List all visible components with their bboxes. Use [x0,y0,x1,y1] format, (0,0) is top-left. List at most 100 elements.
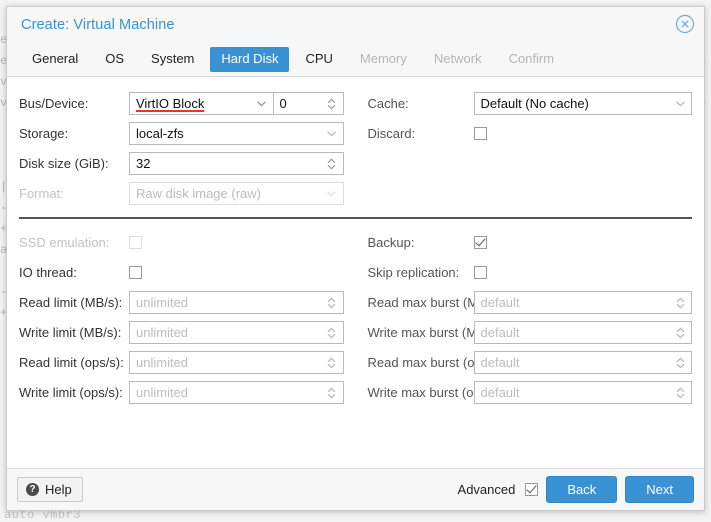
write-max-burst-ops-placeholder: default [480,385,520,400]
spinner-arrows-icon[interactable] [325,93,339,114]
tab-confirm: Confirm [508,50,555,66]
tab-network: Network [433,50,482,66]
read-limit-ops-stepper[interactable]: unlimited [129,351,344,374]
format-value: Raw disk image (raw) [136,186,261,201]
row-spacer-1 [368,149,693,178]
spinner-arrows-icon[interactable] [325,292,339,313]
spinner-arrows-icon[interactable] [325,322,339,343]
next-button[interactable]: Next [625,476,694,503]
discard-label: Discard: [367,126,416,141]
row-cache: Cache: Default (No cache) [367,89,692,118]
cache-value: Default (No cache) [480,96,589,111]
help-button[interactable]: ? Help [17,477,83,502]
ssd-emulation-label: SSD emulation: [19,235,110,250]
write-max-burst-mb-placeholder: default [480,325,520,340]
spinner-arrows-icon[interactable] [673,322,687,343]
tab-os[interactable]: OS [94,47,135,72]
dialog-header: Create: Virtual Machine [7,7,704,42]
write-limit-ops-placeholder: unlimited [136,385,189,400]
spinner-arrows-icon[interactable] [673,352,687,373]
row-read-limit-mb: Read limit (MB/s): unlimited [19,288,344,317]
write-max-burst-ops-stepper[interactable]: default [473,381,692,404]
read-max-burst-mb-placeholder: default [480,295,520,310]
footer-actions: Advanced Back Next [458,476,694,503]
write-limit-mb-stepper[interactable]: unlimited [129,321,344,344]
chevron-down-icon[interactable] [325,123,339,144]
basic-settings-section: Bus/Device: VirtIO Block 0 Storage: loca… [19,89,692,209]
format-label: Format: [19,186,64,201]
write-max-burst-mb-stepper[interactable]: default [473,321,692,344]
back-button[interactable]: Back [546,476,618,503]
chevron-down-icon[interactable] [673,93,687,114]
row-storage: Storage: local-zfs [19,119,344,148]
spinner-arrows-icon[interactable] [325,352,339,373]
disk-size-label: Disk size (GiB): [19,156,109,171]
wizard-tabbar: General OS System Hard Disk CPU Memory N… [7,42,704,77]
bus-device-select[interactable]: VirtIO Block [129,92,273,115]
row-disk-size: Disk size (GiB): 32 [19,149,344,178]
advanced-right-column: Backup: Skip replication: Read max burst… [356,228,693,408]
skip-replication-label: Skip replication: [367,265,460,280]
spinner-arrows-icon[interactable] [673,292,687,313]
backup-checkbox[interactable] [473,236,487,249]
tab-general[interactable]: General [21,47,89,72]
spinner-arrows-icon[interactable] [673,382,687,403]
row-bus-device: Bus/Device: VirtIO Block 0 [19,89,344,118]
read-max-burst-ops-placeholder: default [480,355,520,370]
write-limit-ops-label: Write limit (ops/s): [19,385,123,400]
ssd-emulation-checkbox [129,236,142,249]
row-backup: Backup: [368,228,693,257]
advanced-checkbox[interactable] [525,483,539,496]
read-limit-mb-stepper[interactable]: unlimited [129,291,344,314]
spinner-arrows-icon[interactable] [325,382,339,403]
write-limit-mb-placeholder: unlimited [136,325,189,340]
row-read-max-burst-ops: Read max burst (ops): default [368,348,692,377]
skip-replication-checkbox[interactable] [473,266,487,279]
format-select: Raw disk image (raw) [129,182,344,205]
advanced-settings-section: SSD emulation: IO thread: Read limit (MB… [19,228,692,408]
io-thread-checkbox[interactable] [129,266,142,279]
row-spacer-2 [368,179,693,208]
discard-checkbox[interactable] [473,127,487,140]
io-thread-label: IO thread: [19,265,77,280]
read-max-burst-ops-stepper[interactable]: default [473,351,692,374]
row-write-max-burst-mb: Write max burst (MB): default [368,318,692,347]
help-button-label: Help [45,482,72,497]
row-skip-replication: Skip replication: [368,258,693,287]
disk-size-value: 32 [136,156,151,171]
device-number-stepper[interactable]: 0 [272,92,344,115]
section-divider [19,217,692,219]
row-read-max-burst-mb: Read max burst (MB): default [367,288,692,317]
row-ssd-emulation: SSD emulation: [19,228,344,257]
read-max-burst-mb-label: Read max burst (MB): [367,295,495,310]
cache-select[interactable]: Default (No cache) [473,92,692,115]
disk-size-stepper[interactable]: 32 [129,152,344,175]
row-write-limit-mb: Write limit (MB/s): unlimited [19,318,344,347]
write-limit-ops-stepper[interactable]: unlimited [129,381,344,404]
tab-system[interactable]: System [140,47,205,72]
device-number-value: 0 [279,96,287,111]
advanced-label: Advanced [457,482,516,497]
dialog-footer: ? Help Advanced Back Next [7,468,704,510]
basic-left-column: Bus/Device: VirtIO Block 0 Storage: loca… [19,89,356,209]
advanced-left-column: SSD emulation: IO thread: Read limit (MB… [19,228,356,408]
row-read-limit-ops: Read limit (ops/s): unlimited [19,348,344,377]
tab-cpu[interactable]: CPU [294,47,343,72]
cache-label: Cache: [367,96,409,111]
read-limit-ops-placeholder: unlimited [136,355,189,370]
dialog-body: Bus/Device: VirtIO Block 0 Storage: loca… [7,77,704,468]
read-limit-mb-label: Read limit (MB/s): [19,295,123,310]
spinner-arrows-icon[interactable] [325,153,339,174]
chevron-down-icon [325,183,339,204]
storage-select[interactable]: local-zfs [129,122,344,145]
basic-right-column: Cache: Default (No cache) Discard: [356,89,693,209]
row-format: Format: Raw disk image (raw) [19,179,344,208]
tab-memory: Memory [359,50,407,66]
chevron-down-icon[interactable] [255,93,269,114]
read-limit-ops-label: Read limit (ops/s): [19,355,124,370]
close-circle-icon[interactable] [675,14,695,34]
write-limit-mb-label: Write limit (MB/s): [19,325,122,340]
read-max-burst-mb-stepper[interactable]: default [473,291,692,314]
tab-hard-disk[interactable]: Hard Disk [210,46,290,72]
row-write-max-burst-ops: Write max burst (ops): default [368,378,692,407]
